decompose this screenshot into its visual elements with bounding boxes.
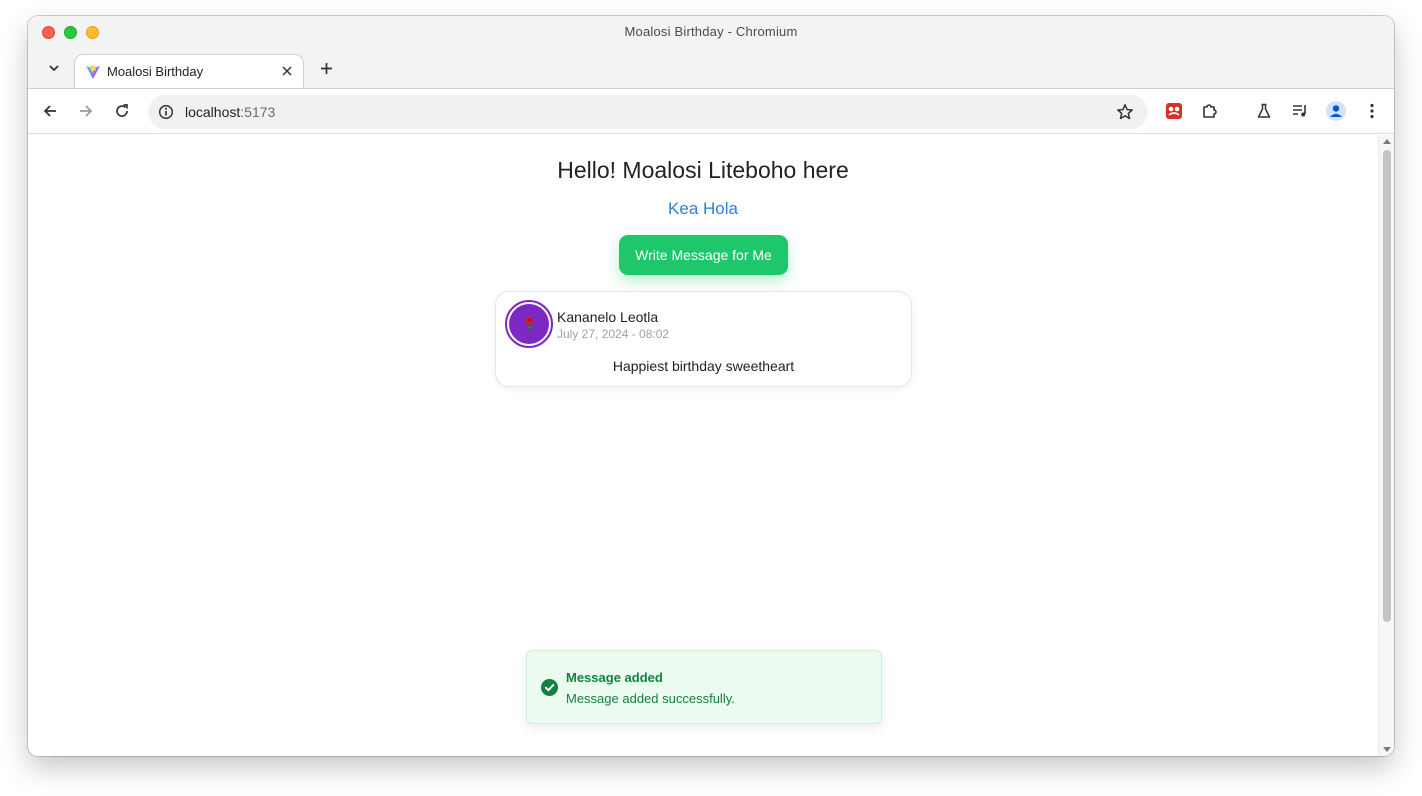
page-viewport: Hello! Moalosi Liteboho here Kea Hola Wr… — [28, 135, 1394, 756]
site-info-icon[interactable] — [158, 104, 174, 120]
toast-message: Message added successfully. — [566, 691, 735, 706]
close-icon — [282, 66, 292, 76]
url-text: localhost:5173 — [185, 104, 275, 120]
extensions-menu-button[interactable] — [1200, 101, 1220, 121]
back-button[interactable] — [40, 101, 60, 121]
back-icon — [43, 105, 56, 117]
profile-icon — [1326, 101, 1346, 121]
success-toast[interactable]: Message added Message added successfully… — [526, 650, 882, 724]
page-title: Hello! Moalosi Liteboho here — [557, 157, 849, 183]
extension-icon — [1166, 103, 1182, 119]
reload-button[interactable] — [112, 101, 132, 121]
browser-toolbar: localhost:5173 — [28, 88, 1394, 134]
message-author: Kananelo Leotla — [557, 309, 659, 325]
address-bar[interactable]: localhost:5173 — [148, 95, 1148, 129]
scroll-down-arrow-icon[interactable] — [1383, 747, 1391, 752]
tab-title: Moalosi Birthday — [107, 64, 204, 79]
more-menu-button[interactable] — [1362, 101, 1382, 121]
rose-icon — [525, 317, 534, 331]
tab-close-button[interactable] — [279, 63, 295, 79]
media-controls-button[interactable] — [1290, 101, 1310, 121]
write-message-button[interactable]: Write Message for Me — [619, 235, 788, 275]
toast-title: Message added — [566, 670, 663, 685]
scrollbar-thumb[interactable] — [1383, 150, 1391, 622]
tab-strip: Moalosi Birthday — [28, 48, 1394, 88]
chevron-down-icon — [49, 65, 59, 72]
avatar-circle — [509, 304, 549, 344]
labs-button[interactable] — [1254, 101, 1274, 121]
scroll-up-arrow-icon[interactable] — [1383, 139, 1391, 144]
message-body: Happiest birthday sweetheart — [612, 358, 795, 374]
title-bar: Moalosi Birthday - Chromium — [28, 16, 1394, 48]
profile-button[interactable] — [1326, 101, 1346, 121]
reload-icon — [116, 104, 128, 117]
url-host: localhost — [185, 104, 241, 120]
labs-flask-icon — [1257, 103, 1271, 118]
extension-button[interactable] — [1164, 101, 1184, 121]
puzzle-extensions-icon — [1203, 104, 1217, 118]
tab-search-button[interactable] — [44, 58, 64, 78]
url-port: :5173 — [240, 104, 276, 120]
browser-window: Moalosi Birthday - Chromium Moalosi Birt… — [28, 16, 1394, 756]
vite-favicon-icon — [86, 65, 100, 79]
kea-hola-link[interactable]: Kea Hola — [28, 199, 1378, 219]
new-tab-button[interactable] — [317, 59, 335, 77]
more-menu-icon — [1370, 103, 1374, 119]
page-scrollbar[interactable] — [1378, 135, 1394, 756]
page-content: Hello! Moalosi Liteboho here Kea Hola Wr… — [28, 135, 1378, 756]
plus-icon — [320, 62, 332, 74]
bookmark-star-icon[interactable] — [1116, 103, 1134, 121]
forward-icon — [80, 105, 93, 117]
avatar — [505, 300, 553, 348]
window-title: Moalosi Birthday - Chromium — [624, 24, 798, 39]
message-card: Kananelo Leotla July 27, 2024 - 08:02 Ha… — [495, 291, 912, 387]
media-queue-icon — [1293, 105, 1306, 117]
message-timestamp: July 27, 2024 - 08:02 — [557, 327, 670, 341]
forward-button[interactable] — [76, 101, 96, 121]
tab-moalosi-birthday[interactable]: Moalosi Birthday — [74, 54, 304, 88]
check-circle-icon — [541, 679, 558, 696]
